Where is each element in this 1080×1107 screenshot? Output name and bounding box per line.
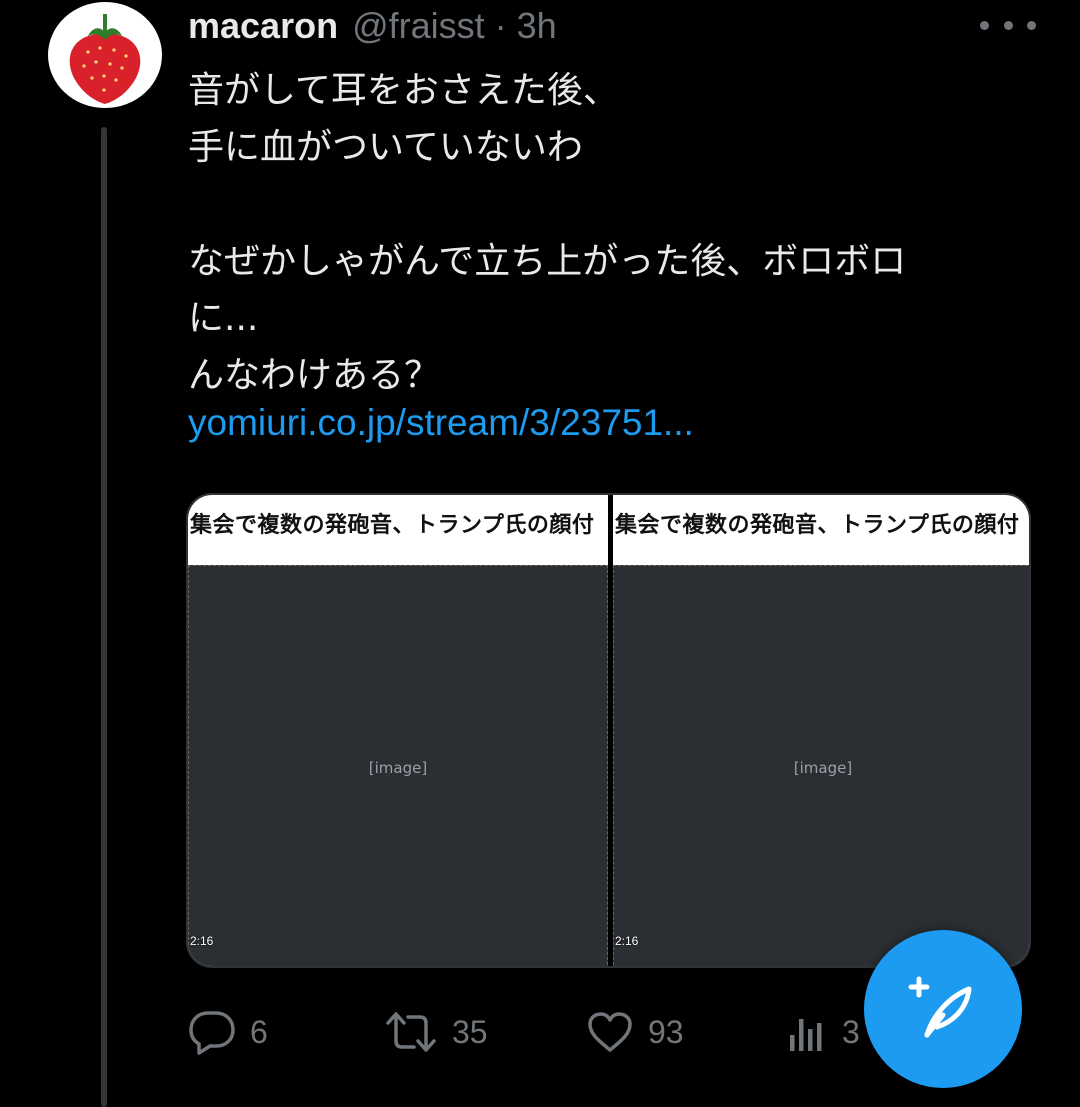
tweet-link[interactable]: yomiuri.co.jp/stream/3/23751... [188, 402, 694, 444]
media-caption-left: 集会で複数の発砲音、トランプ氏の顔付 [190, 513, 595, 538]
reply-count: 6 [250, 1013, 268, 1050]
reply-button[interactable]: 6 [188, 1006, 268, 1058]
like-button[interactable]: 93 [586, 1006, 684, 1058]
media-timestamp-left: 2:16 [190, 934, 214, 948]
heart-icon [588, 1012, 632, 1052]
handle-and-time[interactable]: @fraisst · 3h [352, 5, 557, 47]
thread-line [101, 127, 107, 1107]
compose-tweet-button[interactable] [864, 930, 1022, 1088]
tweet-text: 音がして耳をおさえた後、 手に血がついていないわ なぜかしゃがんで立ち上がった後… [188, 70, 907, 396]
retweet-count: 35 [452, 1013, 488, 1050]
reply-icon [189, 1011, 235, 1055]
strawberry-icon [69, 14, 141, 104]
media-timestamp-right: 2:16 [615, 934, 639, 948]
retweet-button[interactable]: 35 [384, 1006, 488, 1058]
rally-photo-right: [image] [613, 565, 1029, 966]
compose-tweet-icon [908, 976, 972, 1038]
retweet-icon [386, 1012, 436, 1052]
media-caption-right: 集会で複数の発砲音、トランプ氏の顔付 [615, 513, 1020, 538]
more-icon[interactable] [980, 8, 1036, 42]
display-name[interactable]: macaron [188, 5, 338, 47]
views-button[interactable]: 3 [788, 1006, 860, 1058]
views-count: 3 [842, 1013, 860, 1050]
media-image-left[interactable]: 集会で複数の発砲音、トランプ氏の顔付 [image] 2:16 [188, 495, 608, 966]
like-count: 93 [648, 1013, 684, 1050]
views-icon [790, 1019, 822, 1051]
rally-photo-left: [image] [188, 565, 608, 966]
media-image-right[interactable]: 集会で複数の発砲音、トランプ氏の顔付 [image] 2:16 [613, 495, 1029, 966]
media-grid[interactable]: 集会で複数の発砲音、トランプ氏の顔付 [image] 2:16 集会で複数の発砲… [186, 493, 1031, 968]
tweet-header: macaron @fraisst · 3h [188, 0, 557, 52]
avatar[interactable] [48, 2, 162, 108]
